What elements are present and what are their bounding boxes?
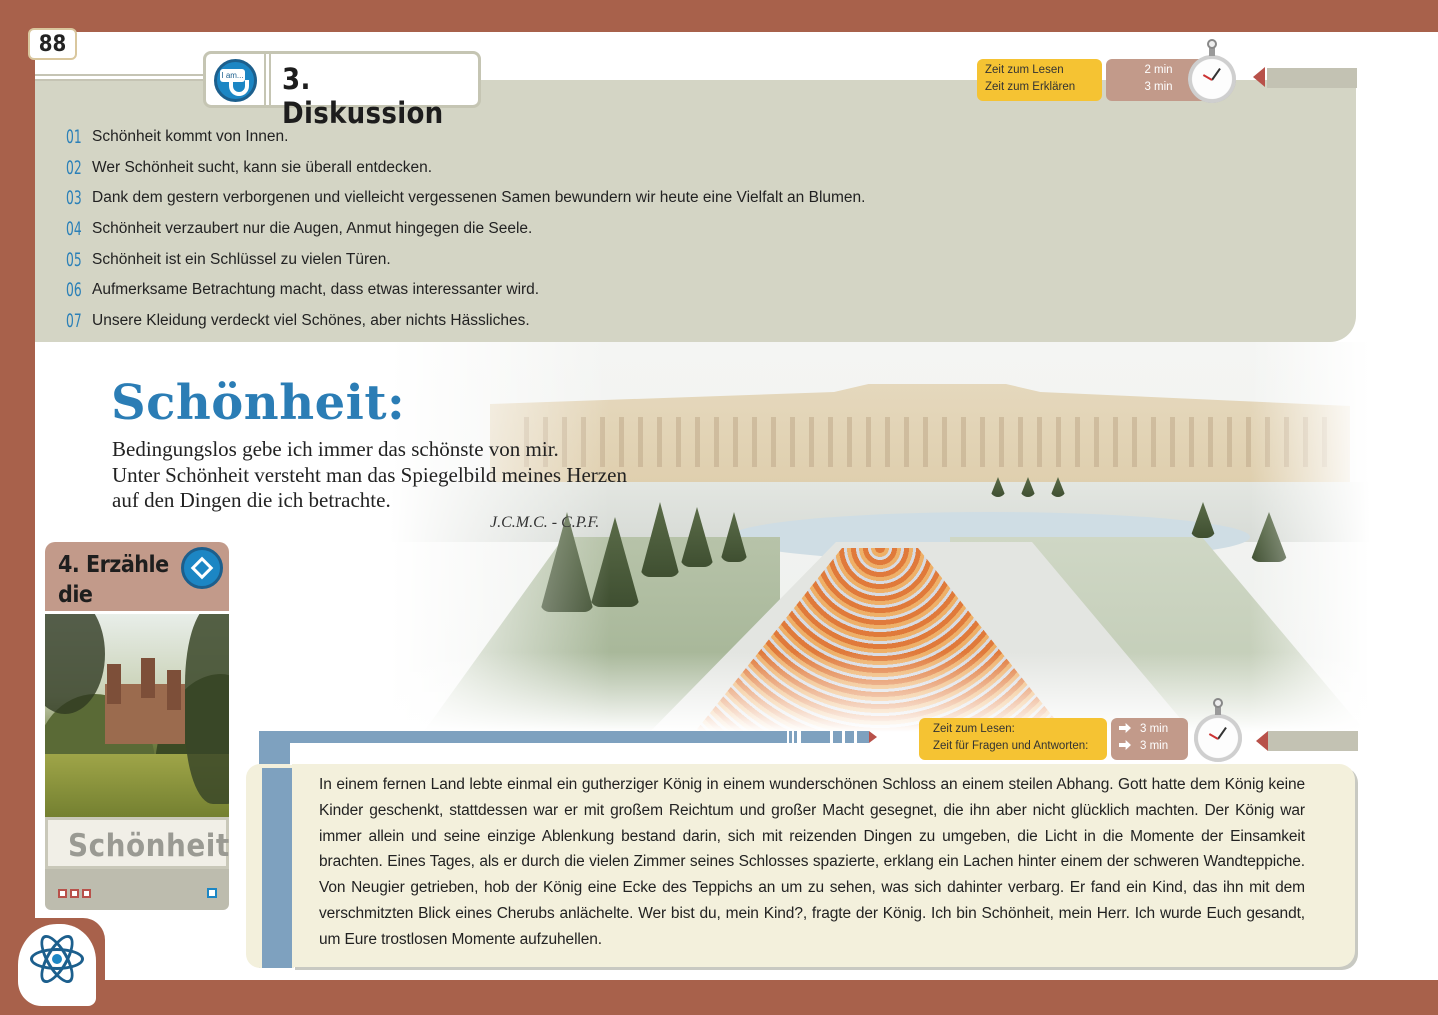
list-item: 05 Schönheit ist ein Schlüssel zu vielen … [66,248,865,282]
list-item: 02 Wer Schönheit sucht, kann sie überall … [66,156,865,190]
statement-number: 02 [66,156,82,179]
arrow-right-icon [1119,723,1131,733]
decor-bar [1267,68,1357,88]
time-label-explain: Zeit zum Erklären [985,81,1076,93]
marker-triangle [1256,731,1268,751]
list-item: 01 Schönheit kommt von Innen. [66,126,865,159]
statement-text: Wer Schönheit sucht, kann sie überall en… [92,158,433,176]
statement-number: 01 [66,126,82,148]
story-card-title: Schönheit [68,828,230,864]
statement-number: 07 [66,310,82,333]
list-item: 03 Dank dem gestern verborgenen und viell… [66,187,866,220]
statement-text: Schönheit kommt von Innen. [92,128,289,145]
statement-text: Schönheit ist ein Schlüssel zu vielen Tü… [92,250,391,268]
time-value-questions: 3 min [1140,740,1169,752]
statement-text: Dank dem gestern verborgenen und viellei… [92,189,866,207]
discussion-stripe [35,74,205,81]
palace-garden-image [390,342,1370,732]
statement-text: Aufmerksame Betrachtung macht, dass etwa… [92,281,540,299]
story-time-labels: Zeit zum Lesen: Zeit für Fragen und Antw… [919,718,1107,760]
castle-photo [45,614,229,817]
poem-author: J.C.M.C. - C.P.F. [490,514,600,531]
marker-triangle [1253,67,1265,87]
progress-dot [58,889,67,898]
stopwatch-icon [1194,698,1242,762]
progress-dot [82,889,91,898]
list-item: 04 Schönheit verzaubert nur die Augen, An… [66,218,865,251]
poem-line: Unter Schönheit versteht man das Spiegel… [112,463,627,487]
list-item: 07 Unsere Kleidung verdeckt viel Schönes,… [66,310,865,343]
statement-number: 05 [66,248,82,271]
time-label-read: Zeit zum Lesen [985,64,1064,76]
poem-line: auf den Dingen die ich betrachte. [112,488,391,512]
list-item: 06 Aufmerksame Betrachtung macht, dass et… [66,279,865,312]
statement-text: Schönheit verzaubert nur die Augen, Anmu… [92,220,533,238]
story-text: In einem fernen Land lebte einmal ein gu… [319,776,1305,948]
page-number: 88 [28,28,77,60]
progress-dot [70,889,79,898]
time-label-questions: Zeit für Fragen und Antworten: [933,740,1089,752]
poem-title: Schönheit: [111,375,406,431]
statement-list: 01 Schönheit kommt von Innen. 02 Wer Schön… [66,126,866,343]
stopwatch-icon [1188,39,1236,103]
poem-line: Bedingungslos gebe ich immer das schönst… [112,437,559,461]
discussion-title: 3. Diskussion [282,62,444,130]
progress-marker [207,888,217,898]
time-value-read: 3 min [1140,723,1169,735]
story-frame [259,731,869,743]
statement-number: 06 [66,279,82,302]
discussion-time-labels: Zeit zum Lesen Zeit zum Erklären [977,59,1102,101]
arrow-right-icon [1119,740,1131,750]
i-am-icon: I am... [214,59,257,102]
pencil-icon [181,547,223,589]
story-time-values: 3 min 3 min [1111,718,1188,760]
atom-core [52,954,62,964]
marker-triangle [869,731,877,743]
decor-bar [1268,731,1358,751]
statement-number: 03 [66,187,82,210]
story-card-header: 4. Erzähle die Geschichte [45,542,229,638]
statement-number: 04 [66,218,82,241]
time-label-read: Zeit zum Lesen: [933,723,1015,735]
discussion-title-box: I am... 3. Diskussion [203,51,481,130]
statement-text: Unsere Kleidung verdeckt viel Schönes, a… [92,312,530,330]
